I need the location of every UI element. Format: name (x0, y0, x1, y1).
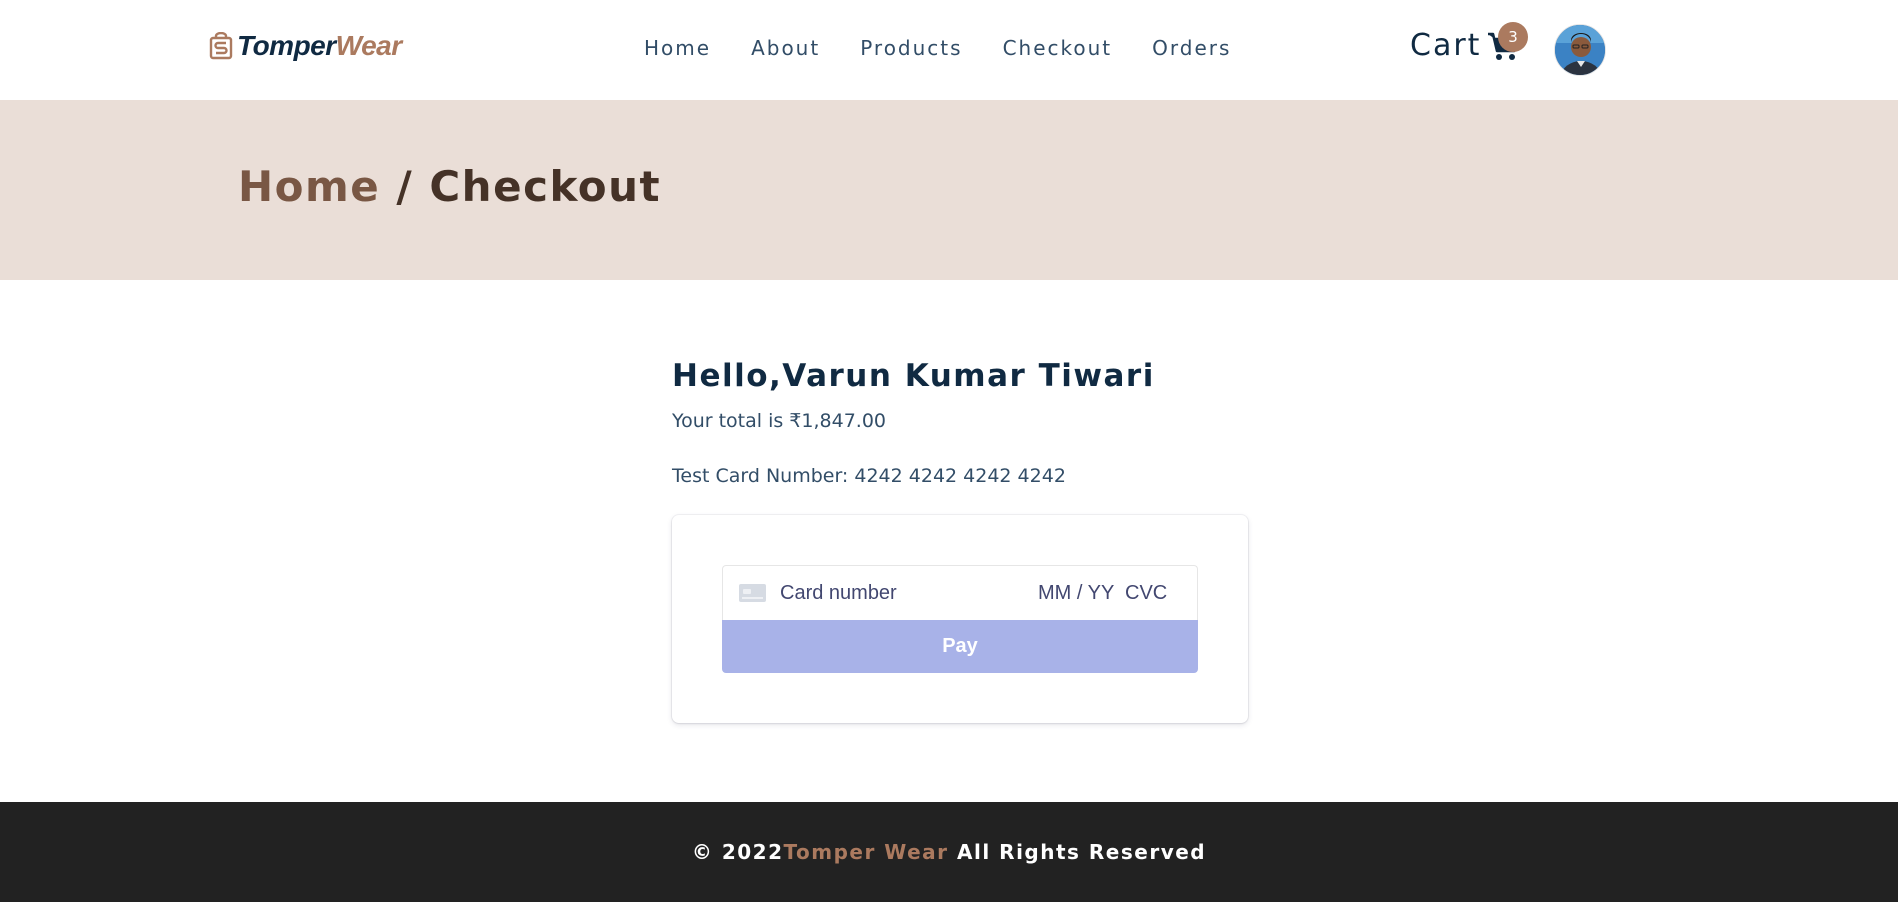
breadcrumb-home-link[interactable]: Home (238, 162, 380, 211)
nav-link-about[interactable]: About (751, 36, 820, 60)
shopping-bag-icon (209, 32, 233, 60)
breadcrumb: Home / Checkout (238, 162, 661, 211)
greeting-heading: Hello,Varun Kumar Tiwari (672, 358, 1155, 394)
logo[interactable]: TomperWear (209, 30, 402, 62)
test-card-number: Test Card Number: 4242 4242 4242 4242 (672, 465, 1066, 487)
breadcrumb-separator: / (380, 162, 430, 211)
pay-button[interactable]: Pay (722, 620, 1198, 673)
page-hero: Home / Checkout (0, 100, 1898, 280)
footer: © 2022Tomper Wear All Rights Reserved (0, 802, 1898, 902)
footer-rights: All Rights Reserved (948, 840, 1207, 864)
breadcrumb-current: Checkout (429, 162, 662, 211)
cart-label: Cart (1410, 28, 1482, 63)
cart-count-badge: 3 (1498, 22, 1528, 52)
footer-copyright: © 2022Tomper Wear All Rights Reserved (692, 840, 1206, 864)
nav-links: Home About Products Checkout Orders (644, 36, 1231, 60)
nav-link-home[interactable]: Home (644, 36, 711, 60)
logo-text: TomperWear (237, 30, 402, 62)
nav-link-checkout[interactable]: Checkout (1003, 36, 1113, 60)
logo-text-part2: Wear (335, 30, 402, 61)
nav-link-products[interactable]: Products (860, 36, 962, 60)
card-input-field[interactable]: Card number MM / YY CVC (722, 565, 1198, 620)
footer-brand: Tomper Wear (783, 840, 949, 864)
logo-text-part1: Tomper (237, 30, 336, 61)
payment-form: Card number MM / YY CVC Pay (672, 515, 1248, 723)
card-expiry-input[interactable]: MM / YY (1038, 582, 1114, 605)
nav-link-orders[interactable]: Orders (1152, 36, 1231, 60)
order-total: Your total is ₹1,847.00 (672, 410, 887, 432)
card-cvc-input[interactable]: CVC (1125, 582, 1167, 605)
avatar-image (1555, 25, 1605, 75)
footer-year: © 2022 (691, 840, 784, 864)
user-avatar[interactable] (1554, 24, 1606, 76)
card-number-input[interactable]: Card number (780, 582, 897, 605)
credit-card-icon (739, 584, 766, 602)
navbar: TomperWear Home About Products Checkout … (0, 0, 1898, 100)
